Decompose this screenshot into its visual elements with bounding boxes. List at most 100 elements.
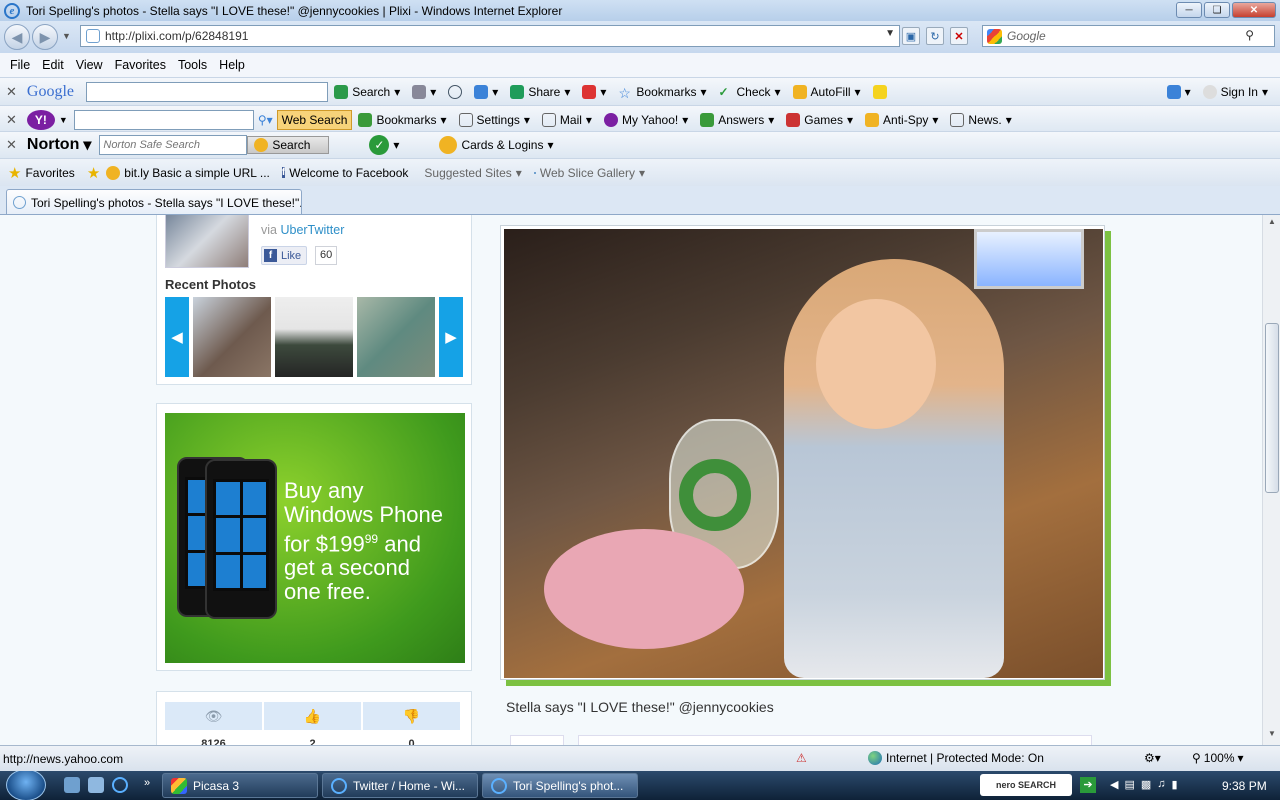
address-bar[interactable]: http://plixi.com/p/62848191 ▼ bbox=[80, 25, 900, 47]
search-icon[interactable]: ⚲▾ bbox=[258, 113, 273, 127]
yahoo-answers-button[interactable]: Answers ▾ bbox=[700, 112, 774, 127]
menu-favorites[interactable]: Favorites bbox=[109, 58, 172, 72]
menu-edit[interactable]: Edit bbox=[36, 58, 70, 72]
windows-phone-ad[interactable]: Buy any Windows Phone for $19999 and get… bbox=[165, 413, 465, 663]
google-share-button[interactable]: Share ▾ bbox=[510, 84, 570, 99]
recent-photo-1[interactable] bbox=[193, 297, 271, 377]
google-sign-in-button[interactable]: Sign In ▾ bbox=[1202, 84, 1268, 99]
profile-thumbnail[interactable] bbox=[165, 215, 249, 268]
favorite-facebook[interactable]: f Welcome to Facebook bbox=[281, 166, 408, 180]
main-photo[interactable] bbox=[504, 229, 1103, 678]
tray-device-icon[interactable]: ▩ bbox=[1141, 778, 1151, 791]
yahoo-my-yahoo-button[interactable]: My Yahoo! ▾ bbox=[603, 112, 688, 127]
comment-input[interactable] bbox=[578, 735, 1092, 745]
zoom-level[interactable]: ⚲ 100% ▾ bbox=[1192, 751, 1244, 765]
google-search-button[interactable]: Search ▾ bbox=[334, 84, 400, 99]
taskbar-clock[interactable]: 9:38 PM bbox=[1222, 779, 1267, 793]
yahoo-antispy-button[interactable]: Anti-Spy ▾ bbox=[865, 112, 938, 127]
norton-safe-web-button[interactable]: ✓ ▾ bbox=[369, 135, 399, 155]
menu-file[interactable]: File bbox=[4, 58, 36, 72]
yahoo-news-button[interactable]: News. ▾ bbox=[950, 112, 1012, 127]
search-icon[interactable]: ⚲ bbox=[1245, 28, 1254, 42]
tray-volume-icon[interactable]: ♫ bbox=[1157, 778, 1165, 791]
refresh-icon[interactable]: ↻ bbox=[926, 27, 944, 45]
start-button[interactable] bbox=[6, 771, 46, 800]
norton-search-button[interactable]: Search bbox=[247, 136, 330, 154]
menu-help[interactable]: Help bbox=[213, 58, 251, 72]
yahoo-games-button[interactable]: Games ▾ bbox=[786, 112, 853, 127]
show-desktop-icon[interactable] bbox=[64, 777, 80, 793]
yahoo-settings-button[interactable]: Settings ▾ bbox=[458, 112, 530, 127]
carousel-prev-button[interactable]: ◀ bbox=[165, 297, 189, 377]
google-pagerank-button[interactable]: ▾ bbox=[412, 84, 436, 99]
norton-cards-logins-button[interactable]: Cards & Logins ▾ bbox=[439, 136, 554, 154]
vertical-scrollbar[interactable]: ▲ ▼ bbox=[1262, 215, 1280, 745]
google-check-button[interactable]: ✓ Check ▾ bbox=[718, 85, 780, 99]
yahoo-bookmarks-button[interactable]: Bookmarks ▾ bbox=[358, 112, 447, 127]
back-button[interactable]: ◀ bbox=[4, 24, 30, 50]
yahoo-search-input[interactable] bbox=[73, 109, 254, 130]
favorites-button[interactable]: ★ Favorites bbox=[8, 164, 75, 182]
google-settings-button[interactable]: ▾ bbox=[1166, 84, 1191, 99]
dislikes-header[interactable]: 👎 bbox=[363, 702, 460, 730]
google-clock-button[interactable] bbox=[448, 84, 463, 99]
scrollbar-thumb[interactable] bbox=[1265, 323, 1279, 493]
scroll-down-arrow-icon[interactable]: ▼ bbox=[1265, 729, 1279, 743]
task-twitter[interactable]: Twitter / Home - Wi... bbox=[322, 773, 478, 798]
maximize-button[interactable]: ❏ bbox=[1204, 2, 1230, 18]
minimize-button[interactable]: ─ bbox=[1176, 2, 1202, 18]
address-dropdown-icon[interactable]: ▼ bbox=[885, 28, 895, 39]
menu-tools[interactable]: Tools bbox=[172, 58, 213, 72]
photo-monitor-shape bbox=[974, 229, 1084, 289]
close-toolbar-icon[interactable]: ✕ bbox=[6, 137, 17, 153]
tray-power-icon[interactable]: ▮ bbox=[1172, 778, 1178, 791]
via-app-link[interactable]: UberTwitter bbox=[280, 223, 344, 237]
protected-mode-icon[interactable]: ⚙▾ bbox=[1144, 751, 1161, 765]
close-window-button[interactable]: ✕ bbox=[1232, 2, 1276, 18]
security-zone[interactable]: Internet | Protected Mode: On bbox=[868, 751, 1044, 765]
quicklaunch-overflow-icon[interactable]: » bbox=[144, 777, 150, 789]
task-picasa[interactable]: Picasa 3 bbox=[162, 773, 318, 798]
switch-windows-icon[interactable] bbox=[88, 777, 104, 793]
google-bookmarks-button[interactable]: ☆ Bookmarks ▾ bbox=[618, 85, 706, 101]
tab-current-page[interactable]: Tori Spelling's photos - Stella says "I … bbox=[6, 189, 302, 214]
carousel-next-button[interactable]: ▶ bbox=[439, 297, 463, 377]
forward-button[interactable]: ▶ bbox=[32, 24, 58, 50]
menu-view[interactable]: View bbox=[70, 58, 109, 72]
lock-icon bbox=[439, 136, 458, 154]
tray-network-icon[interactable]: ▤ bbox=[1124, 778, 1134, 791]
favorite-suggested-sites[interactable]: Suggested Sites ▾ bbox=[420, 166, 521, 180]
search-box[interactable]: Google ⚲ bbox=[982, 25, 1275, 47]
status-bar: http://news.yahoo.com ⚠ Internet | Prote… bbox=[0, 745, 1280, 771]
recent-photo-2[interactable] bbox=[275, 297, 353, 377]
add-to-favorites-button[interactable]: ★ bbox=[87, 164, 100, 182]
google-toolbar-search-input[interactable] bbox=[86, 81, 329, 102]
yahoo-web-search-button[interactable]: Web Search bbox=[276, 109, 353, 130]
answers-icon bbox=[700, 112, 715, 127]
norton-logo[interactable]: Norton ▾ bbox=[27, 135, 91, 155]
nero-go-icon[interactable]: ➔ bbox=[1080, 777, 1096, 793]
ie-quicklaunch-icon[interactable] bbox=[112, 777, 128, 793]
norton-search-input[interactable] bbox=[99, 135, 248, 155]
close-toolbar-icon[interactable]: ✕ bbox=[6, 84, 17, 100]
nero-search-box[interactable]: nero SEARCH bbox=[980, 774, 1072, 796]
favorite-bitly[interactable]: bit.ly Basic a simple URL ... bbox=[106, 165, 270, 180]
google-autofill-button[interactable]: AutoFill ▾ bbox=[792, 84, 861, 99]
favorite-web-slice-gallery[interactable]: Web Slice Gallery ▾ bbox=[533, 166, 645, 180]
recent-photo-3[interactable] bbox=[357, 297, 435, 377]
likes-header[interactable]: 👍 bbox=[264, 702, 361, 730]
facebook-like-button[interactable]: f Like bbox=[261, 246, 308, 265]
google-popup-blocker-button[interactable]: ▾ bbox=[582, 84, 606, 99]
history-dropdown-icon[interactable]: ▼ bbox=[62, 31, 71, 41]
google-highlight-button[interactable] bbox=[872, 84, 887, 99]
popup-blocked-icon[interactable]: ⚠ bbox=[796, 751, 807, 765]
compatibility-view-icon[interactable]: ▣ bbox=[902, 27, 920, 45]
stop-icon[interactable]: ✕ bbox=[950, 27, 968, 45]
google-add-button[interactable]: ▾ bbox=[474, 84, 498, 99]
yahoo-mail-button[interactable]: Mail ▾ bbox=[541, 112, 592, 127]
scroll-up-arrow-icon[interactable]: ▲ bbox=[1265, 217, 1279, 231]
yahoo-menu-dropdown-icon[interactable]: ▼ bbox=[59, 115, 68, 125]
tray-expand-icon[interactable]: ◀ bbox=[1110, 778, 1118, 791]
task-tori-spelling[interactable]: Tori Spelling's phot... bbox=[482, 773, 638, 798]
close-toolbar-icon[interactable]: ✕ bbox=[6, 112, 17, 128]
